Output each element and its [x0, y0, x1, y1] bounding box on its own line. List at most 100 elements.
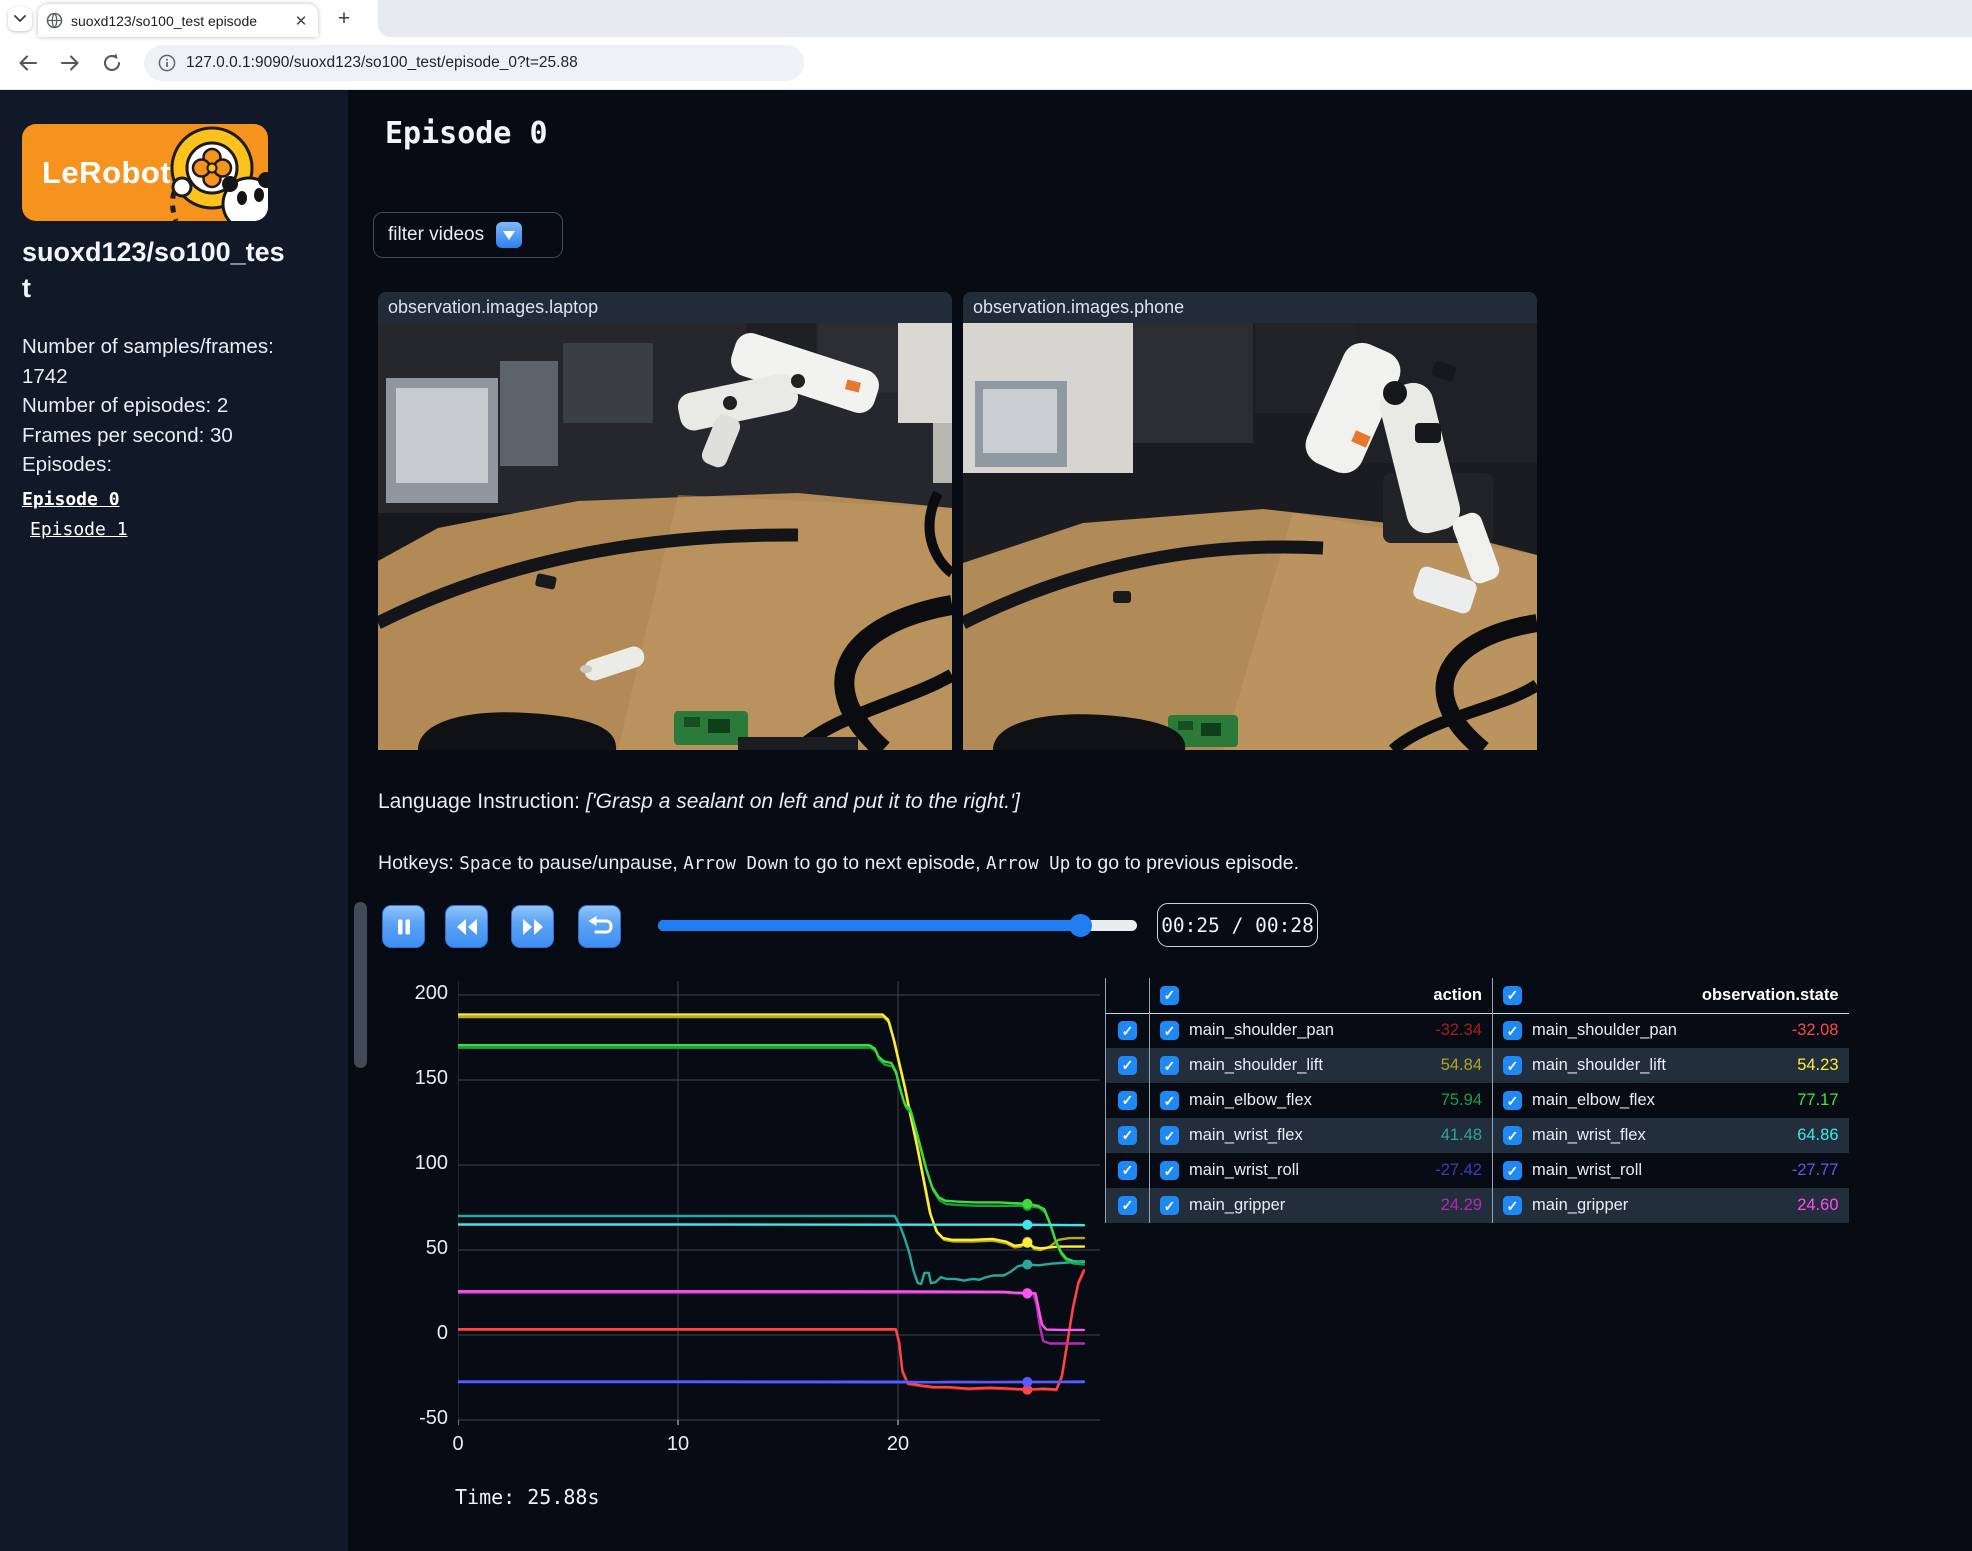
table-row: ✓✓main_wrist_flex41.48✓main_wrist_flex64… — [1106, 1118, 1849, 1153]
video-panel-laptop: observation.images.laptop — [378, 292, 952, 750]
filter-videos-label: filter videos — [388, 224, 484, 246]
y-tick-label: 200 — [384, 982, 448, 1005]
row-checkbox[interactable]: ✓ — [1118, 1091, 1137, 1110]
y-tick-label: 150 — [384, 1067, 448, 1090]
action-cell: ✓main_shoulder_lift54.84 — [1150, 1048, 1493, 1083]
y-tick-label: 0 — [384, 1322, 448, 1345]
video-frame-laptop[interactable] — [378, 323, 952, 750]
header-state-cell: ✓observation.state — [1493, 978, 1849, 1013]
current-dot-state-main_shoulder_lift — [1022, 1238, 1032, 1248]
series-action-main_gripper — [458, 1293, 1084, 1344]
fast-forward-button[interactable] — [511, 905, 554, 948]
action-series-checkbox[interactable]: ✓ — [1160, 1056, 1179, 1075]
header-empty-cell — [1106, 978, 1150, 1013]
series-state-main_shoulder_lift — [458, 1015, 1084, 1249]
row-checkbox-cell: ✓ — [1106, 1083, 1150, 1118]
hotkey-key: Arrow Down — [683, 854, 788, 874]
dropdown-caret-icon — [496, 222, 522, 248]
state-series-checkbox[interactable]: ✓ — [1503, 1056, 1522, 1075]
state-column-checkbox[interactable]: ✓ — [1503, 986, 1522, 1005]
hotkey-text: Hotkeys: — [378, 852, 459, 874]
current-dot-state-main_gripper — [1022, 1288, 1032, 1298]
joints-table: ✓action✓observation.state✓✓main_shoulder… — [1105, 978, 1849, 1223]
table-row: ✓✓main_gripper24.29✓main_gripper24.60 — [1106, 1188, 1849, 1223]
new-tab-button[interactable]: + — [332, 7, 356, 31]
dataset-stats: Number of samples/frames: 1742Number of … — [22, 332, 294, 450]
state-series-checkbox[interactable]: ✓ — [1503, 1126, 1522, 1145]
action-series-checkbox[interactable]: ✓ — [1160, 1021, 1179, 1040]
current-dot-action-main_wrist_flex — [1022, 1259, 1032, 1269]
playback-slider[interactable] — [658, 920, 1137, 931]
state-series-checkbox[interactable]: ✓ — [1503, 1196, 1522, 1215]
joint-value-action: 54.84 — [1441, 1056, 1482, 1075]
action-column-label: action — [1433, 986, 1482, 1005]
state-series-checkbox[interactable]: ✓ — [1503, 1161, 1522, 1180]
tab-strip-empty — [378, 0, 1972, 37]
action-cell: ✓main_wrist_flex41.48 — [1150, 1118, 1493, 1153]
filter-videos-dropdown[interactable]: filter videos — [373, 212, 563, 258]
row-checkbox[interactable]: ✓ — [1118, 1196, 1137, 1215]
video-label-laptop: observation.images.laptop — [378, 292, 952, 323]
video-label-phone: observation.images.phone — [963, 292, 1537, 323]
action-series-checkbox[interactable]: ✓ — [1160, 1161, 1179, 1180]
hotkey-text: to go to previous episode. — [1070, 852, 1299, 874]
state-series-checkbox[interactable]: ✓ — [1503, 1021, 1522, 1040]
x-tick-label: 0 — [433, 1433, 483, 1456]
row-checkbox[interactable]: ✓ — [1118, 1021, 1137, 1040]
joint-name: main_wrist_roll — [1532, 1161, 1642, 1180]
row-checkbox[interactable]: ✓ — [1118, 1161, 1137, 1180]
main-content: Episode 0 filter videos observation.imag… — [348, 90, 1972, 1551]
state-cell: ✓ main_wrist_roll -27.77 — [1493, 1153, 1849, 1188]
address-bar[interactable]: 127.0.0.1:9090/suoxd123/so100_test/episo… — [144, 45, 804, 81]
action-series-checkbox[interactable]: ✓ — [1160, 1126, 1179, 1145]
sidebar-item-episode-0[interactable]: Episode 0 — [22, 489, 326, 510]
joint-name: main_shoulder_pan — [1189, 1021, 1334, 1040]
table-row: ✓✓main_shoulder_pan-32.34✓main_shoulder_… — [1106, 1013, 1849, 1048]
browser-tab[interactable]: suoxd123/so100_test episode ✕ — [38, 4, 318, 37]
joint-value-state: -27.77 — [1792, 1161, 1839, 1180]
action-column-checkbox[interactable]: ✓ — [1160, 986, 1179, 1005]
language-instruction-prefix: Language Instruction: — [378, 790, 586, 813]
back-button[interactable] — [14, 49, 42, 77]
sidebar-item-episode-1[interactable]: Episode 1 — [30, 519, 326, 540]
joint-name: main_wrist_roll — [1189, 1161, 1299, 1180]
pause-button[interactable] — [382, 905, 425, 948]
joint-name: main_elbow_flex — [1189, 1091, 1312, 1110]
x-tick-label: 10 — [653, 1433, 703, 1456]
slider-thumb[interactable] — [1069, 914, 1092, 937]
vertical-scrollbar[interactable] — [354, 902, 367, 1068]
language-instruction-text: ['Grasp a sealant on left and put it to … — [586, 790, 1020, 813]
joint-value-action: -32.34 — [1435, 1021, 1482, 1040]
row-checkbox[interactable]: ✓ — [1118, 1056, 1137, 1075]
tab-search-button[interactable] — [8, 7, 32, 31]
action-cell: ✓main_wrist_roll-27.42 — [1150, 1153, 1493, 1188]
video-panels: observation.images.laptop — [378, 292, 1537, 750]
video-frame-phone[interactable] — [963, 323, 1537, 750]
state-series-checkbox[interactable]: ✓ — [1503, 1091, 1522, 1110]
action-series-checkbox[interactable]: ✓ — [1160, 1091, 1179, 1110]
tab-strip: suoxd123/so100_test episode ✕ + — [0, 0, 1972, 37]
action-series-checkbox[interactable]: ✓ — [1160, 1196, 1179, 1215]
tab-close-button[interactable]: ✕ — [292, 12, 310, 30]
globe-favicon-icon — [46, 12, 63, 29]
lerobot-visualizer-page: LeRobot suoxd12 — [0, 90, 1972, 1551]
reload-button[interactable] — [98, 49, 126, 77]
joint-name: main_elbow_flex — [1532, 1091, 1655, 1110]
loop-icon — [587, 915, 613, 939]
x-tick-label: 20 — [873, 1433, 923, 1456]
joint-value-state: 54.23 — [1797, 1056, 1838, 1075]
sidebar-stat: Frames per second: 30 — [22, 421, 294, 451]
forward-button[interactable] — [56, 49, 84, 77]
chart-time-label: Time: 25.88s — [455, 1485, 600, 1509]
y-tick-label: 50 — [384, 1237, 448, 1260]
joint-value-state: 24.60 — [1797, 1196, 1838, 1215]
episodes-label: Episodes: — [22, 450, 294, 480]
rewind-button[interactable] — [445, 905, 488, 948]
series-state-main_gripper — [458, 1291, 1084, 1330]
time-display: 00:25 / 00:28 — [1157, 903, 1318, 947]
row-checkbox[interactable]: ✓ — [1118, 1126, 1137, 1145]
series-state-main_elbow_flex — [458, 1045, 1084, 1262]
sidebar: LeRobot suoxd12 — [0, 90, 348, 1551]
current-dot-state-main_wrist_roll — [1022, 1377, 1032, 1387]
loop-button[interactable] — [578, 905, 621, 948]
